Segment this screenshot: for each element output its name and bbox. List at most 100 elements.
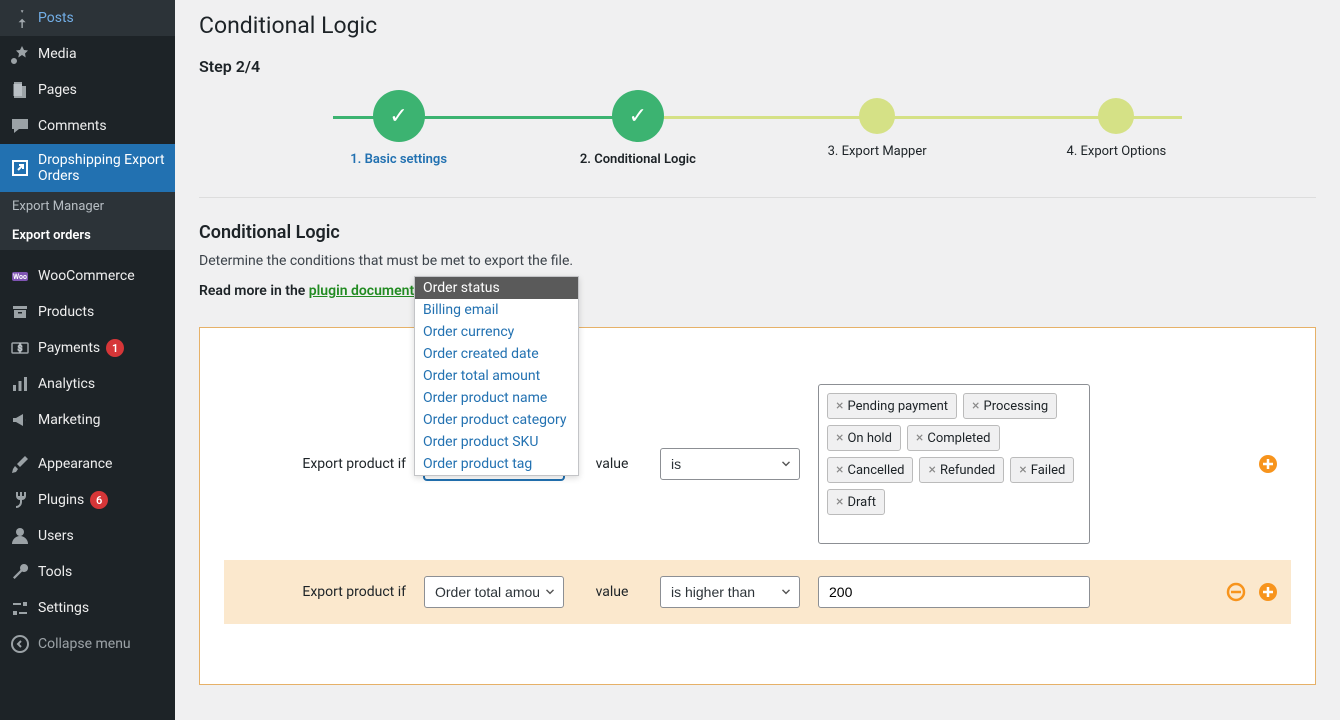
sidebar-subitem-export-orders[interactable]: Export orders	[0, 221, 175, 250]
sidebar-item-label: Settings	[38, 600, 89, 616]
dropdown-option[interactable]: Order product category	[415, 409, 578, 431]
step-basic-settings[interactable]: ✓ 1. Basic settings	[279, 90, 518, 167]
tag-label: Processing	[984, 399, 1049, 414]
sidebar-item-label: Pages	[38, 82, 77, 98]
sidebar-item-pages[interactable]: Pages	[0, 72, 175, 108]
sidebar-item-tools[interactable]: Tools	[0, 554, 175, 590]
sidebar-item-dropshipping-export-orders[interactable]: Dropshipping Export Orders	[0, 144, 175, 192]
dropdown-option[interactable]: Billing email	[415, 299, 578, 321]
payments-icon: $	[10, 338, 30, 358]
sidebar-item-label: WooCommerce	[38, 268, 135, 284]
add-rule-icon[interactable]	[1257, 581, 1279, 603]
rule-label: Export product if	[236, 584, 406, 600]
megaphone-icon	[10, 410, 30, 430]
section-description: Determine the conditions that must be me…	[199, 253, 1316, 269]
sidebar-item-settings[interactable]: Settings	[0, 590, 175, 626]
user-icon	[10, 526, 30, 546]
chart-icon	[10, 374, 30, 394]
sidebar-item-label: Tools	[38, 564, 72, 580]
doc-line: Read more in the plugin documentation	[199, 283, 1316, 299]
sidebar-item-marketing[interactable]: Marketing	[0, 402, 175, 438]
sidebar-item-label: Products	[38, 304, 94, 320]
sidebar-subitem-export-manager[interactable]: Export Manager	[0, 192, 175, 221]
step-export-mapper[interactable]: 3. Export Mapper	[758, 90, 997, 159]
status-tag[interactable]: × Pending payment	[827, 393, 957, 419]
sidebar-item-plugins[interactable]: Plugins 6	[0, 482, 175, 518]
remove-tag-icon[interactable]: ×	[836, 462, 843, 478]
sidebar-item-label: Appearance	[38, 456, 112, 472]
checkmark-icon: ✓	[373, 90, 425, 142]
section-title: Conditional Logic	[199, 222, 1316, 243]
sidebar-item-products[interactable]: Products	[0, 294, 175, 330]
status-tag[interactable]: ×Draft	[827, 489, 885, 515]
rule-condition-select[interactable]: is	[660, 448, 800, 480]
status-tag[interactable]: × Cancelled	[827, 457, 913, 483]
sidebar-item-media[interactable]: Media	[0, 36, 175, 72]
brush-icon	[10, 454, 30, 474]
wrench-icon	[10, 562, 30, 582]
sidebar-item-label: Collapse menu	[38, 636, 131, 652]
media-icon	[10, 44, 30, 64]
sidebar-item-analytics[interactable]: Analytics	[0, 366, 175, 402]
sidebar-item-comments[interactable]: Comments	[0, 108, 175, 144]
sidebar-item-payments[interactable]: $ Payments 1	[0, 330, 175, 366]
dropdown-option[interactable]: Order product name	[415, 387, 578, 409]
remove-tag-icon[interactable]: ×	[836, 494, 843, 510]
sidebar-item-users[interactable]: Users	[0, 518, 175, 554]
tag-label: Pending payment	[847, 399, 948, 414]
plug-icon	[10, 490, 30, 510]
dropdown-option[interactable]: Order currency	[415, 321, 578, 343]
remove-tag-icon[interactable]: ×	[972, 398, 979, 414]
tag-label: Failed	[1031, 463, 1066, 478]
remove-rule-icon[interactable]	[1225, 581, 1247, 603]
sidebar-item-label: Plugins	[38, 492, 84, 508]
step-indicator: Step 2/4	[199, 57, 1316, 76]
dropdown-option[interactable]: Order status	[415, 277, 578, 299]
remove-tag-icon[interactable]: ×	[836, 430, 843, 446]
tag-label: Cancelled	[847, 463, 904, 478]
sidebar-item-label: Media	[38, 46, 77, 62]
rule-value-input[interactable]	[818, 576, 1090, 608]
remove-tag-icon[interactable]: ×	[928, 462, 935, 478]
sidebar-item-label: Posts	[38, 10, 74, 26]
dropdown-option[interactable]: Order created date	[415, 343, 578, 365]
rule-value-tags[interactable]: × Pending payment × Processing × On hold × Comp…	[818, 384, 1090, 544]
step-export-options[interactable]: 4. Export Options	[997, 90, 1236, 159]
rule-condition-select[interactable]: is higher than	[660, 576, 800, 608]
count-badge: 1	[106, 339, 124, 357]
main-content: Conditional Logic Step 2/4 ✓ 1. Basic se…	[175, 0, 1340, 720]
remove-tag-icon[interactable]: ×	[836, 398, 843, 414]
remove-tag-icon[interactable]: ×	[916, 430, 923, 446]
sidebar-item-label: Comments	[38, 118, 107, 134]
add-rule-icon[interactable]	[1257, 453, 1279, 475]
dropdown-option[interactable]: Order product tag	[415, 453, 578, 475]
dropdown-option[interactable]: Order total amount	[415, 365, 578, 387]
sidebar-item-label: Payments	[38, 340, 100, 356]
remove-tag-icon[interactable]: ×	[1019, 462, 1026, 478]
count-badge: 6	[90, 491, 108, 509]
tag-label: Refunded	[940, 463, 995, 478]
sidebar-item-woocommerce[interactable]: WooWooCommerce	[0, 258, 175, 294]
step-dot-icon	[859, 98, 895, 134]
svg-text:$: $	[18, 344, 23, 353]
tag-label: On hold	[847, 431, 891, 446]
status-tag[interactable]: × Failed	[1010, 457, 1074, 483]
sliders-icon	[10, 598, 30, 618]
rule-label: Export product if	[236, 456, 406, 472]
sidebar-item-appearance[interactable]: Appearance	[0, 446, 175, 482]
status-tag[interactable]: × Refunded	[919, 457, 1004, 483]
value-label: value	[582, 456, 642, 472]
tag-label: Completed	[927, 431, 990, 446]
step-conditional-logic[interactable]: ✓ 2. Conditional Logic	[518, 90, 757, 167]
dropdown-option[interactable]: Order product SKU	[415, 431, 578, 453]
sidebar-item-collapse-menu[interactable]: Collapse menu	[0, 626, 175, 662]
archive-icon	[10, 302, 30, 322]
status-tag[interactable]: × On hold	[827, 425, 901, 451]
checkmark-icon: ✓	[612, 90, 664, 142]
status-tag[interactable]: × Processing	[963, 393, 1057, 419]
sidebar-item-posts[interactable]: Posts	[0, 0, 175, 36]
status-tag[interactable]: × Completed	[907, 425, 1000, 451]
pushpin-icon	[10, 8, 30, 28]
rule-field-select[interactable]: Order total amount	[424, 576, 564, 608]
rule-row: Export product if Order status value is …	[224, 368, 1291, 560]
